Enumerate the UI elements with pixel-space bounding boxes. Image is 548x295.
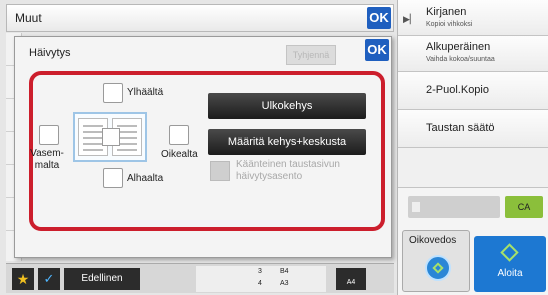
top-checkbox[interactable]: [103, 83, 123, 103]
clear-all-button[interactable]: CA: [505, 196, 543, 218]
background-adjust-item[interactable]: Taustan säätö: [398, 110, 548, 148]
booklet-item[interactable]: ▶▏ Kirjanen Kopioi vihkoksi: [398, 0, 548, 36]
right-panel: ▶▏ Kirjanen Kopioi vihkoksi Alkuperäinen…: [397, 0, 548, 295]
original-sub: Vaihda kokoa/suuntaa: [426, 56, 495, 63]
booklet-label: Kirjanen: [426, 6, 467, 18]
clear-button: Tyhjennä: [286, 45, 336, 65]
empty-item: [398, 148, 548, 188]
start-diamond-icon: [500, 243, 519, 262]
tray-3-number: 3: [258, 268, 262, 275]
previous-button[interactable]: Edellinen: [64, 268, 140, 290]
document-icon: [412, 202, 420, 212]
paper-tray-status: 3 B4 4 A3: [196, 266, 326, 292]
proof-copy-icon: [425, 255, 451, 281]
bottom-label: Alhaalta: [127, 173, 164, 184]
play-icon: ▶▏: [403, 14, 417, 24]
right-checkbox[interactable]: [169, 125, 189, 145]
right-label: Oikealta: [161, 149, 198, 160]
bottom-bar: ★ ✓ Edellinen 3 B4 4 A3 A4: [6, 263, 394, 293]
other-functions-header: Muut OK: [6, 4, 394, 32]
proof-copy-label: Oikovedos: [409, 235, 457, 246]
tray-4-number: 4: [258, 280, 262, 287]
diamond-icon: [432, 262, 444, 274]
duplex-copy-label: 2-Puol.Kopio: [426, 84, 489, 96]
left-checkbox[interactable]: [39, 125, 59, 145]
original-label: Alkuperäinen: [426, 41, 491, 53]
left-label: Vasem- malta: [30, 148, 64, 171]
dialog-title: Häivytys: [29, 47, 71, 59]
header-title: Muut: [15, 11, 42, 25]
reverse-checkbox: [210, 161, 230, 181]
booklet-sub: Kopioi vihkoksi: [426, 21, 473, 28]
tray-4-size: A3: [280, 280, 289, 287]
erase-dialog: Häivytys Tyhjennä OK Ylhäältä Vasem- mal…: [14, 36, 392, 258]
erase-options-frame: Ylhäältä Vasem- malta Oikealta Alhaalta …: [29, 71, 385, 231]
preview-button[interactable]: [408, 196, 500, 218]
start-button[interactable]: Aloita: [474, 236, 546, 292]
start-label: Aloita: [497, 268, 523, 279]
reverse-label: Käänteinen taustasivun häivytysasento: [236, 159, 340, 182]
center-checkbox[interactable]: [102, 128, 120, 146]
original-item[interactable]: Alkuperäinen Vaihda kokoa/suuntaa: [398, 36, 548, 72]
background-adjust-label: Taustan säätö: [426, 122, 495, 134]
top-label: Ylhäältä: [127, 87, 164, 98]
checkmark-icon[interactable]: ✓: [38, 268, 60, 290]
paper-size-indicator: A4: [336, 268, 366, 290]
tray-3-size: B4: [280, 268, 289, 275]
proof-copy-button[interactable]: Oikovedos: [402, 230, 470, 292]
book-illustration: [73, 112, 147, 162]
star-icon[interactable]: ★: [12, 268, 34, 290]
dialog-ok-button[interactable]: OK: [365, 39, 389, 61]
bottom-checkbox[interactable]: [103, 168, 123, 188]
header-ok-button[interactable]: OK: [367, 7, 391, 29]
duplex-copy-item[interactable]: 2-Puol.Kopio: [398, 72, 548, 110]
frame-center-button[interactable]: Määritä kehys+keskusta: [208, 129, 366, 155]
frame-button[interactable]: Ulkokehys: [208, 93, 366, 119]
